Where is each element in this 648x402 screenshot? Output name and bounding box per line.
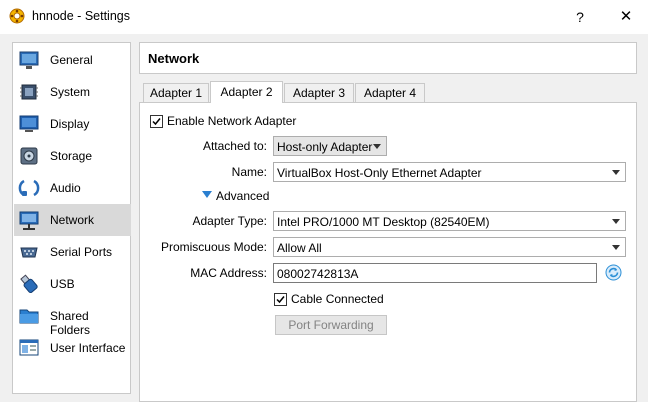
usb-icon — [18, 273, 40, 295]
attached-to-value: Host-only Adapter — [277, 140, 373, 154]
audio-icon — [18, 177, 40, 199]
sidebar-item-system[interactable]: System — [14, 76, 131, 108]
sidebar-item-label: Serial Ports — [50, 245, 113, 259]
sidebar-item-label: Network — [50, 213, 95, 227]
storage-icon — [18, 145, 40, 167]
tab-adapter-2[interactable]: Adapter 2 — [210, 81, 283, 103]
sidebar-item-label: Storage — [50, 149, 93, 163]
promiscuous-mode-label: Promiscuous Mode: — [160, 240, 267, 254]
cable-connected-checkbox[interactable] — [274, 293, 287, 306]
chevron-down-icon — [612, 170, 620, 175]
tab-adapter-3[interactable]: Adapter 3 — [284, 83, 354, 102]
attached-to-select[interactable]: Host-only Adapter — [273, 136, 387, 156]
system-icon — [18, 81, 40, 103]
sidebar-item-user-interface[interactable]: User Interface — [14, 332, 131, 364]
sidebar-item-label: Display — [50, 117, 90, 131]
sidebar-item-label: USB — [50, 277, 75, 291]
page-title: Network — [148, 51, 200, 66]
sidebar-item-storage[interactable]: Storage — [14, 140, 131, 172]
sidebar-item-label: System — [50, 85, 91, 99]
enable-adapter-checkbox[interactable] — [150, 115, 163, 128]
mac-address-value: 08002742813A — [277, 267, 359, 281]
sidebar-item-label: User Interface — [50, 341, 126, 355]
attached-to-label: Attached to: — [202, 139, 267, 153]
virtualbox-app-icon — [9, 8, 25, 24]
sidebar-item-label: Audio — [50, 181, 81, 195]
cable-connected-label: Cable Connected — [291, 292, 384, 306]
sidebar-item-audio[interactable]: Audio — [14, 172, 131, 204]
sidebar-item-serial-ports[interactable]: Serial Ports — [14, 236, 131, 268]
tab-adapter-1[interactable]: Adapter 1 — [143, 83, 209, 102]
network-icon — [18, 209, 40, 231]
section-header: Network — [139, 42, 637, 74]
enable-adapter-label: Enable Network Adapter — [167, 114, 297, 128]
advanced-toggle[interactable]: Advanced — [216, 189, 269, 203]
adapter-type-label: Adapter Type: — [192, 214, 268, 228]
general-icon — [18, 49, 40, 71]
chevron-down-icon — [612, 219, 620, 224]
adapter-type-select[interactable]: Intel PRO/1000 MT Desktop (82540EM) — [273, 211, 626, 231]
sidebar-item-shared-folders[interactable]: Shared Folders — [14, 300, 131, 337]
sidebar-item-usb[interactable]: USB — [14, 268, 131, 300]
tab-adapter-4[interactable]: Adapter 4 — [355, 83, 425, 102]
settings-sidebar: General System Display Storage Audio Net… — [12, 42, 131, 394]
chevron-down-icon — [373, 144, 381, 149]
help-button[interactable]: ? — [566, 6, 594, 28]
name-value: VirtualBox Host-Only Ethernet Adapter — [277, 166, 482, 180]
window-title: hnnode - Settings — [32, 9, 130, 23]
shared-folders-icon — [18, 305, 40, 327]
sidebar-item-label: General — [50, 53, 93, 67]
promiscuous-mode-value: Allow All — [277, 241, 322, 255]
close-button[interactable]: ✕ — [612, 6, 640, 28]
name-label: Name: — [231, 165, 267, 179]
chevron-down-icon — [612, 245, 620, 250]
display-icon — [18, 113, 40, 135]
sidebar-item-display[interactable]: Display — [14, 108, 131, 140]
expand-triangle-icon[interactable] — [202, 191, 212, 198]
refresh-mac-icon[interactable] — [605, 264, 622, 281]
mac-address-label: MAC Address: — [190, 266, 267, 280]
sidebar-item-general[interactable]: General — [14, 44, 131, 76]
sidebar-item-network[interactable]: Network — [14, 204, 131, 236]
mac-address-field[interactable]: 08002742813A — [273, 263, 597, 283]
port-forwarding-button[interactable]: Port Forwarding — [275, 315, 387, 335]
promiscuous-mode-select[interactable]: Allow All — [273, 237, 626, 257]
serial-ports-icon — [18, 241, 40, 263]
name-select[interactable]: VirtualBox Host-Only Ethernet Adapter — [273, 162, 626, 182]
user-interface-icon — [18, 337, 40, 359]
adapter-type-value: Intel PRO/1000 MT Desktop (82540EM) — [277, 215, 490, 229]
title-bar: hnnode - Settings ? ✕ — [0, 0, 648, 34]
